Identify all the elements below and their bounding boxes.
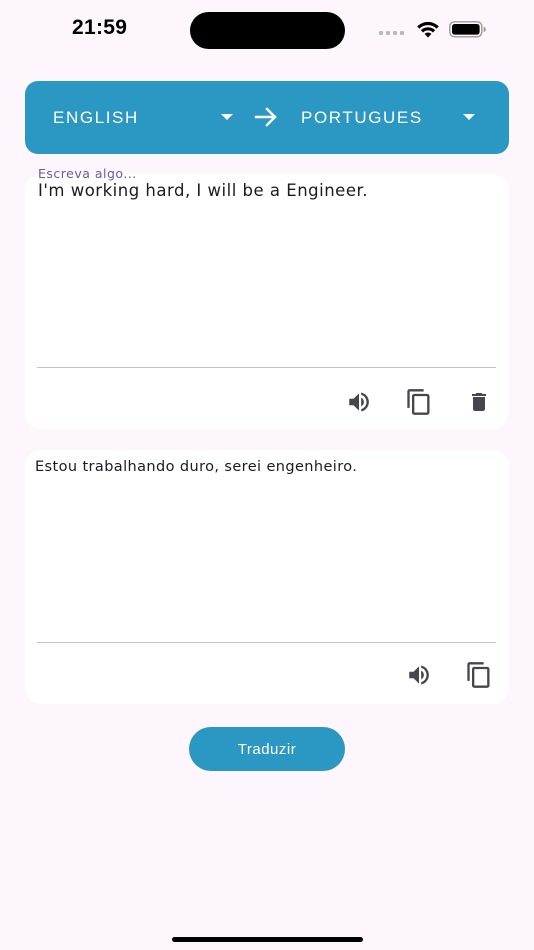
speak-source-button[interactable] (343, 386, 375, 418)
target-language-dropdown[interactable]: PORTUGUES (301, 81, 475, 154)
speaker-icon (349, 392, 369, 412)
output-card: Estou trabalhando duro, serei engenheiro… (25, 450, 509, 704)
input-card: I'm working hard, I will be a Engineer. (25, 174, 509, 429)
copy-translation-button[interactable] (463, 659, 495, 691)
copy-icon (467, 662, 490, 688)
source-language-label: ENGLISH (53, 107, 139, 127)
output-divider (37, 642, 496, 643)
arrow-right-icon (254, 107, 277, 127)
status-time: 21:59 (72, 16, 128, 39)
translated-text: Estou trabalhando duro, serei engenheiro… (35, 459, 358, 475)
battery-icon (449, 21, 486, 38)
input-divider (37, 367, 496, 368)
copy-source-button[interactable] (403, 386, 435, 418)
wifi-icon (417, 21, 439, 38)
caret-down-icon (221, 114, 233, 120)
source-language-dropdown[interactable]: ENGLISH (53, 81, 233, 154)
source-text-input[interactable]: I'm working hard, I will be a Engineer. (38, 181, 368, 200)
trash-icon (472, 393, 486, 411)
speak-translation-button[interactable] (403, 659, 435, 691)
status-bar: 21:59 (0, 0, 534, 60)
input-floating-label: Escreva algo... (38, 166, 137, 181)
speaker-icon (409, 665, 429, 685)
dynamic-island (190, 12, 345, 49)
translate-button[interactable]: Traduzir (189, 727, 345, 771)
home-indicator[interactable] (172, 937, 363, 942)
target-language-label: PORTUGUES (301, 107, 423, 127)
copy-icon (407, 389, 430, 415)
caret-down-icon (463, 114, 475, 120)
delete-source-button[interactable] (463, 386, 495, 418)
signal-dots-icon (379, 31, 404, 35)
